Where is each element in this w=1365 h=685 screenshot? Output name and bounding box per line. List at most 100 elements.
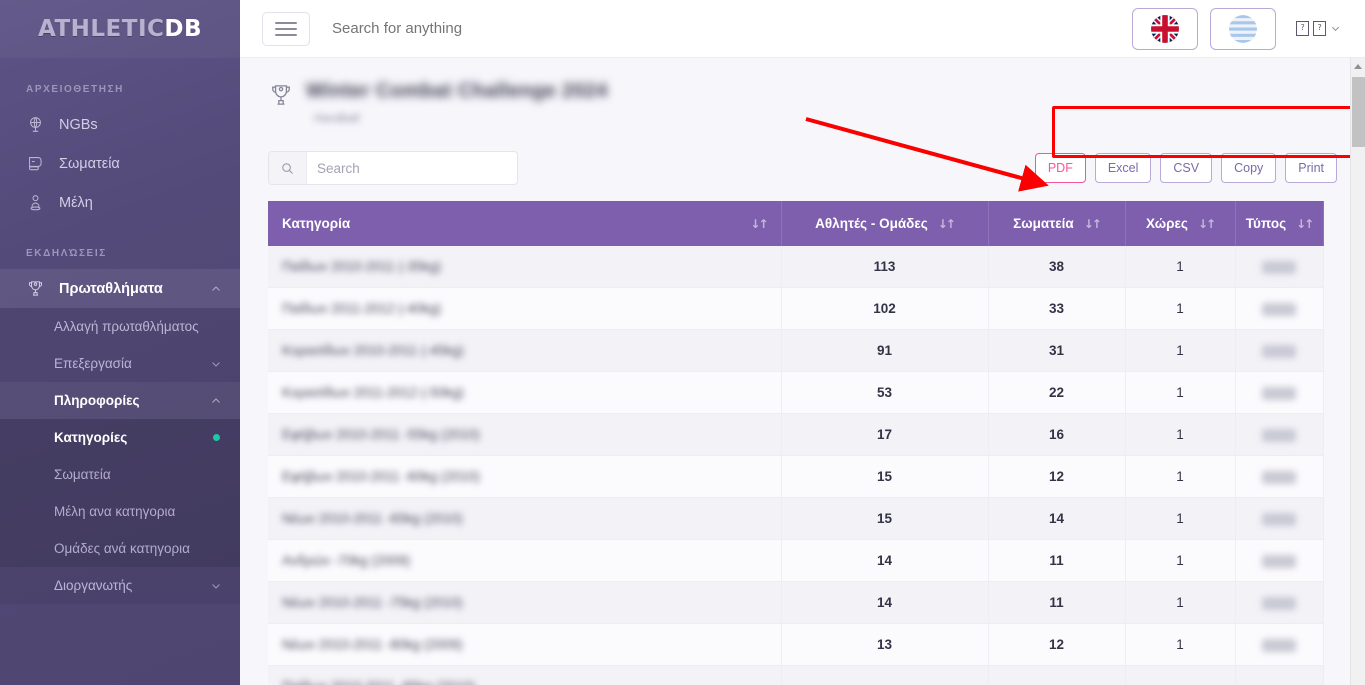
cell-athletes: 113 — [781, 246, 989, 288]
sidebar-subitem-edit[interactable]: Επεξεργασία — [0, 345, 240, 382]
column-header-type[interactable]: Τύπος ↓↑ — [1235, 201, 1324, 246]
hamburger-icon[interactable] — [262, 11, 310, 46]
column-label-countries: Χώρες — [1145, 216, 1188, 231]
sort-icon: ↓↑ — [937, 216, 956, 231]
uk-flag-icon — [1151, 14, 1179, 43]
sidebar-subitem-info[interactable]: Πληροφορίες — [0, 382, 240, 419]
cell-athletes: 91 — [781, 329, 989, 372]
sidebar-subitem-change-championship[interactable]: Αλλαγή πρωταθλήματος — [0, 308, 240, 345]
cell-category: Νέων 2010-2011 -75kg (2010) — [268, 581, 782, 624]
top-bar: ? ? — [240, 0, 1365, 58]
type-badge — [1262, 386, 1296, 400]
active-indicator-dot — [213, 434, 220, 441]
page-content: Winter Combat Challenge 2024 Handball PD… — [240, 58, 1365, 685]
column-header-clubs[interactable]: Σωματεία ↓↑ — [988, 201, 1126, 246]
user-menu[interactable]: ? ? — [1296, 21, 1347, 36]
cell-category: Κορασίδων 2011-2012 (-50kg) — [268, 371, 782, 414]
sidebar-subitem-organizer[interactable]: Διοργανωτής — [0, 567, 240, 604]
table-row[interactable]: Παίδων 2011-2012 (-40kg) 102 33 1 — [268, 287, 1324, 330]
global-search-input[interactable] — [332, 20, 752, 37]
sidebar-item-label-info-clubs: Σωματεία — [54, 467, 111, 482]
table-row[interactable]: Κορασίδων 2010-2011 (-45kg) 91 31 1 — [268, 329, 1324, 372]
type-badge — [1262, 638, 1296, 652]
sidebar-item-categories[interactable]: Κατηγορίες — [0, 419, 240, 456]
export-csv-button[interactable]: CSV — [1160, 153, 1213, 183]
sidebar-section-events: ΕΚΔΗΛΏΣΕΙΣ — [26, 248, 107, 259]
table-header-row: Κατηγορία ↓↑ Αθλητές - Ομάδες ↓↑ Σωματεί… — [268, 201, 1324, 246]
cell-category: Εφήβων 2010-2011 -55kg (2010) — [268, 413, 782, 456]
cell-clubs: 12 — [988, 455, 1126, 498]
sidebar-item-label-categories: Κατηγορίες — [54, 430, 128, 445]
cell-type — [1235, 497, 1324, 540]
column-label-category: Κατηγορία — [282, 216, 351, 231]
cell-type — [1235, 623, 1324, 666]
brand-logo[interactable]: ATHLETICDB — [0, 0, 240, 58]
export-excel-button[interactable]: Excel — [1094, 153, 1152, 183]
sidebar-item-teams-per-category[interactable]: Ομάδες ανά κατηγορια — [0, 530, 240, 567]
sort-icon: ↓↑ — [1296, 216, 1314, 231]
chevron-down-icon — [212, 361, 220, 367]
cell-category: Παίδων 2010-2011 (-35kg) — [268, 246, 782, 288]
sidebar-item-ngbs[interactable]: NGBs — [0, 105, 240, 144]
cell-type — [1235, 455, 1324, 498]
topbar-right-group: ? ? — [1132, 7, 1347, 50]
cell-countries — [1125, 665, 1236, 685]
column-header-category[interactable]: Κατηγορία ↓↑ — [268, 201, 782, 246]
cell-clubs: 22 — [988, 371, 1126, 414]
page-title: Winter Combat Challenge 2024 — [306, 80, 608, 102]
sidebar-item-label-championships: Πρωταθλήματα — [59, 280, 163, 297]
cell-athletes: 14 — [781, 581, 989, 624]
categories-table-wrap: Κατηγορία ↓↑ Αθλητές - Ομάδες ↓↑ Σωματεί… — [268, 201, 1337, 685]
cell-athletes — [781, 665, 989, 685]
cell-clubs: 16 — [988, 413, 1126, 456]
sort-icon: ↓↑ — [1197, 216, 1216, 231]
cell-athletes: 102 — [781, 287, 989, 330]
sidebar-item-members-per-category[interactable]: Μέλη ανα κατηγορια — [0, 493, 240, 530]
column-header-athletes[interactable]: Αθλητές - Ομάδες ↓↑ — [781, 201, 989, 246]
cell-athletes: 53 — [781, 371, 989, 414]
table-search[interactable] — [268, 151, 518, 185]
page-scrollbar[interactable] — [1350, 58, 1365, 685]
cell-type — [1235, 246, 1324, 288]
column-label-athletes: Αθλητές - Ομάδες — [815, 216, 928, 231]
scrollbar-thumb[interactable] — [1352, 77, 1365, 147]
categories-table: Κατηγορία ↓↑ Αθλητές - Ομάδες ↓↑ Σωματεί… — [268, 201, 1324, 685]
table-row[interactable]: Νέων 2010-2011 -75kg (2010) 14 11 1 — [268, 581, 1324, 624]
table-toolbar: PDF Excel CSV Copy Print — [268, 151, 1337, 185]
column-header-countries[interactable]: Χώρες ↓↑ — [1125, 201, 1236, 246]
export-pdf-button[interactable]: PDF — [1034, 153, 1086, 183]
missing-glyph-icon: ? — [1296, 21, 1309, 36]
trophy-icon — [26, 279, 45, 298]
export-copy-button[interactable]: Copy — [1221, 153, 1277, 183]
cell-athletes: 14 — [781, 539, 989, 582]
cell-athletes: 13 — [781, 623, 989, 666]
table-row[interactable]: Ανδρών -70kg (2009) 14 11 1 — [268, 539, 1324, 582]
cell-countries: 1 — [1125, 246, 1236, 288]
export-print-button[interactable]: Print — [1285, 153, 1337, 183]
sidebar-item-championships[interactable]: Πρωταθλήματα — [0, 269, 240, 308]
table-search-input[interactable] — [307, 160, 517, 176]
table-row[interactable]: Παίδων 2010-2011 (-35kg) 113 38 1 — [268, 246, 1324, 288]
cell-type — [1235, 413, 1324, 456]
sidebar-item-clubs[interactable]: Σωματεία — [0, 144, 240, 183]
search-icon — [269, 152, 307, 184]
sidebar-item-members[interactable]: Μέλη — [0, 183, 240, 222]
cell-type — [1235, 329, 1324, 372]
scroll-up-arrow-icon[interactable] — [1354, 64, 1362, 69]
table-row[interactable]: Εφήβων 2010-2011 -60kg (2010) 15 12 1 — [268, 455, 1324, 498]
table-row[interactable]: Κορασίδων 2011-2012 (-50kg) 53 22 1 — [268, 371, 1324, 414]
sidebar-subitem-label-change: Αλλαγή πρωταθλήματος — [54, 319, 199, 334]
sidebar-item-info-clubs[interactable]: Σωματεία — [0, 456, 240, 493]
table-row[interactable]: Παίδων 2010-2011 -85kg (2010) — [268, 665, 1324, 685]
sidebar-subitem-label-edit: Επεξεργασία — [54, 356, 132, 371]
table-row[interactable]: Νέων 2010-2011 -65kg (2010) 15 14 1 — [268, 497, 1324, 540]
main-area: ? ? Winter Combat Challenge 2024 Handbal… — [240, 0, 1365, 685]
cell-clubs: 12 — [988, 623, 1126, 666]
language-button-en[interactable] — [1132, 7, 1198, 50]
sidebar-item-label-clubs: Σωματεία — [59, 155, 120, 172]
column-label-clubs: Σωματεία — [1013, 216, 1074, 231]
language-button-el[interactable] — [1210, 7, 1276, 50]
table-row[interactable]: Νέων 2010-2011 -80kg (2009) 13 12 1 — [268, 623, 1324, 666]
table-row[interactable]: Εφήβων 2010-2011 -55kg (2010) 17 16 1 — [268, 413, 1324, 456]
cell-category: Παίδων 2010-2011 -85kg (2010) — [268, 665, 782, 685]
